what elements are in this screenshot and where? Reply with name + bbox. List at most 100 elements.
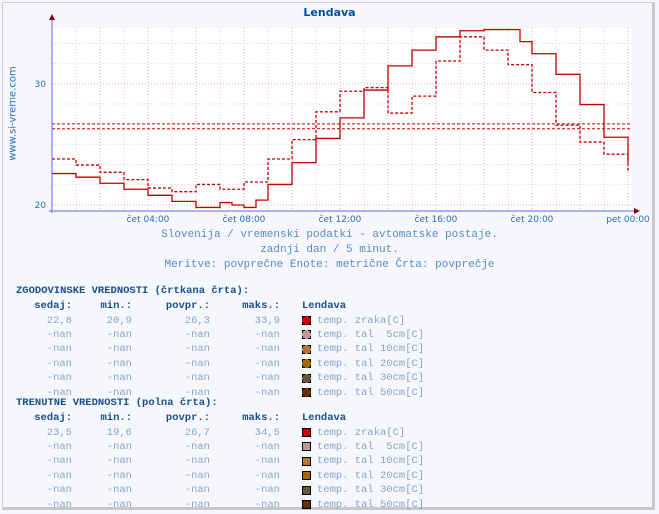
legend-swatch-icon <box>302 359 311 369</box>
cell-min: -nan <box>106 328 132 341</box>
current-header-row: sedaj: min.: povpr.: maks.: Lendava <box>16 411 424 425</box>
legend-label: temp. tal 10cm[C] <box>317 455 425 468</box>
cell-min: 19,6 <box>106 426 132 439</box>
legend-entry: temp. tal 50cm[C] <box>302 499 424 511</box>
cell-sedaj: -nan <box>46 440 72 453</box>
legend-label: temp. tal 30cm[C] <box>317 372 425 385</box>
cell-maks: -nan <box>254 484 280 497</box>
historical-header-row: sedaj: min.: povpr.: maks.: Lendava <box>16 299 424 313</box>
cell-maks: -nan <box>254 328 280 341</box>
legend-entry: temp. tal 5cm[C] <box>302 441 424 453</box>
x-tick-label: čet 12:00 <box>319 214 362 225</box>
cell-min: -nan <box>106 357 132 370</box>
legend-swatch-icon <box>302 330 311 340</box>
col-header-sedaj: sedaj: <box>34 300 72 313</box>
cell-maks: -nan <box>254 372 280 385</box>
cell-povpr: -nan <box>184 357 210 370</box>
cell-povpr: -nan <box>184 498 210 511</box>
legend-entry: temp. tal 30cm[C] <box>302 372 424 384</box>
y-tick-label: 30 <box>35 80 47 90</box>
legend-entry: temp. tal 5cm[C] <box>302 329 424 341</box>
cell-sedaj: -nan <box>46 343 72 356</box>
y-tick-label: 20 <box>35 201 47 211</box>
table-row: -nan -nan -nan -nan temp. tal 30cm[C] <box>16 483 424 497</box>
legend-swatch-icon <box>302 344 311 354</box>
cell-min: -nan <box>106 484 132 497</box>
col-header-povpr: povpr.: <box>165 412 210 425</box>
cell-sedaj: -nan <box>46 455 72 468</box>
table-row: -nan -nan -nan -nan temp. tal 30cm[C] <box>16 371 424 385</box>
plot-area <box>52 28 632 211</box>
cell-min: -nan <box>106 498 132 511</box>
legend-entry: temp. zraka[C] <box>302 315 405 327</box>
x-tick-label: čet 16:00 <box>415 214 458 225</box>
cell-maks: -nan <box>254 455 280 468</box>
cell-povpr: -nan <box>184 440 210 453</box>
cell-maks: -nan <box>254 498 280 511</box>
cell-sedaj: -nan <box>46 469 72 482</box>
cell-maks: 34,5 <box>254 426 280 439</box>
historical-rows: 22,8 20,9 26,3 33,9 temp. zraka[C] -nan -nan -n… <box>16 313 424 399</box>
table-row: -nan -nan -nan -nan temp. tal 5cm[C] <box>16 328 424 342</box>
legend-entry: temp. tal 20cm[C] <box>302 470 424 482</box>
col-header-maks: maks.: <box>242 300 280 313</box>
table-row: 22,8 20,9 26,3 33,9 temp. zraka[C] <box>16 313 424 327</box>
cell-sedaj: -nan <box>46 484 72 497</box>
cell-maks: -nan <box>254 357 280 370</box>
chart-grid <box>51 28 632 211</box>
subtitle-line-2: zadnji dan / 5 minut. <box>260 244 399 256</box>
cell-sedaj: 22,8 <box>46 314 72 327</box>
cell-sedaj: -nan <box>46 498 72 511</box>
legend-label: temp. tal 20cm[C] <box>317 357 425 370</box>
table-row: -nan -nan -nan -nan temp. tal 5cm[C] <box>16 440 424 454</box>
cell-povpr: -nan <box>184 343 210 356</box>
col-header-station: Lendava <box>302 300 347 313</box>
table-row: -nan -nan -nan -nan temp. tal 10cm[C] <box>16 342 424 356</box>
col-header-povpr: povpr.: <box>165 300 210 313</box>
cell-min: -nan <box>106 343 132 356</box>
cell-maks: 33,9 <box>254 314 280 327</box>
legend-label: temp. zraka[C] <box>317 314 406 327</box>
cell-povpr: -nan <box>184 455 210 468</box>
x-axis-arrow-icon <box>634 208 640 214</box>
table-row: -nan -nan -nan -nan temp. tal 10cm[C] <box>16 454 424 468</box>
y-axis-arrow-icon <box>49 14 55 20</box>
historical-title: ZGODOVINSKE VREDNOSTI (črtkana črta): <box>16 285 250 297</box>
cell-min: -nan <box>106 469 132 482</box>
subtitle-line-1: Slovenija / vremenski podatki - avtomats… <box>161 229 498 241</box>
legend-swatch-icon <box>302 373 311 383</box>
table-row: 23,5 19,6 26,7 34,5 temp. zraka[C] <box>16 425 424 439</box>
cell-povpr: 26,3 <box>184 314 210 327</box>
table-row: -nan -nan -nan -nan temp. tal 20cm[C] <box>16 357 424 371</box>
legend-entry: temp. tal 10cm[C] <box>302 343 424 355</box>
x-tick-label: čet 20:00 <box>511 214 554 225</box>
legend-entry: temp. tal 20cm[C] <box>302 358 424 370</box>
legend-label: temp. tal 50cm[C] <box>317 498 425 511</box>
legend-label: temp. tal 5cm[C] <box>317 328 425 341</box>
legend-label: temp. zraka[C] <box>317 426 406 439</box>
cell-min: -nan <box>106 440 132 453</box>
temperature-chart: čet 04:00 čet 08:00 čet 12:00 čet 16:00 čet … <box>35 14 650 225</box>
cell-maks: -nan <box>254 440 280 453</box>
legend-swatch-icon <box>302 316 311 326</box>
legend-entry: temp. zraka[C] <box>302 427 405 439</box>
legend-label: temp. tal 20cm[C] <box>317 469 425 482</box>
legend-entry: temp. tal 10cm[C] <box>302 455 424 467</box>
cell-min: -nan <box>106 372 132 385</box>
cell-min: -nan <box>106 455 132 468</box>
legend-swatch-icon <box>302 500 311 510</box>
legend-swatch-icon <box>302 456 311 466</box>
cell-maks: -nan <box>254 469 280 482</box>
cell-sedaj: 23,5 <box>46 426 72 439</box>
cell-min: 20,9 <box>106 314 132 327</box>
table-row: -nan -nan -nan -nan temp. tal 50cm[C] <box>16 497 424 511</box>
x-tick-label: čet 04:00 <box>127 214 170 225</box>
cell-povpr: -nan <box>184 484 210 497</box>
x-tick-label: pet 00:00 <box>606 215 650 225</box>
col-header-station: Lendava <box>302 412 347 425</box>
current-values-section: TRENUTNE VREDNOSTI (polna črta): sedaj: … <box>16 397 424 512</box>
legend-swatch-icon <box>302 388 311 398</box>
cell-povpr: -nan <box>184 328 210 341</box>
cell-sedaj: -nan <box>46 328 72 341</box>
current-title: TRENUTNE VREDNOSTI (polna črta): <box>16 397 218 409</box>
